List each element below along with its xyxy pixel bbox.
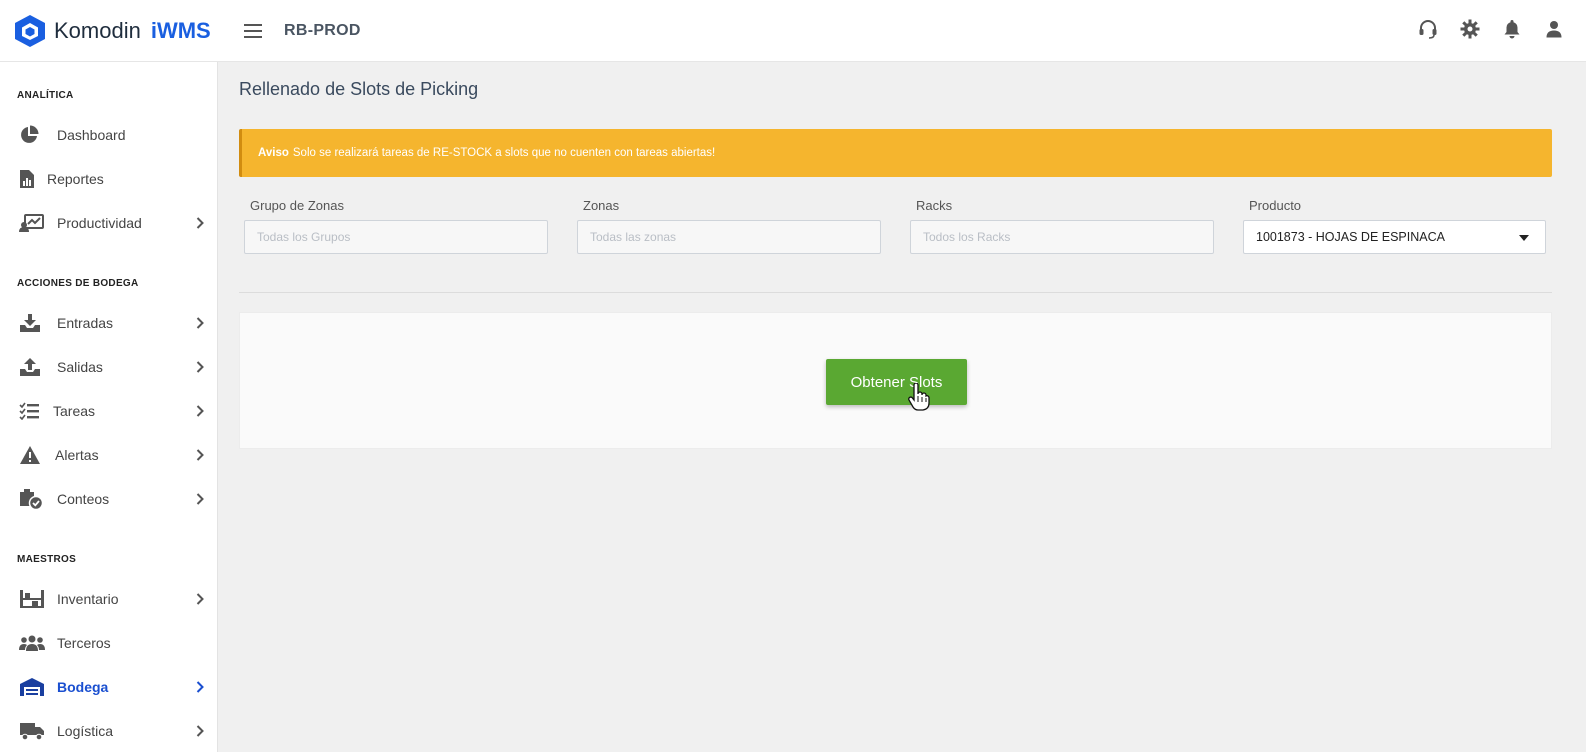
sidebar-item-label: Conteos [57, 491, 110, 507]
grupo-zonas-input[interactable]: Todas los Grupos [244, 220, 548, 254]
caret-down-icon [1519, 235, 1529, 241]
productivity-icon [19, 212, 45, 234]
users-icon [19, 632, 45, 654]
alert-label: Aviso [258, 147, 289, 159]
inbox-out-icon [19, 356, 45, 378]
komodin-logo-icon [15, 14, 45, 47]
main-content: Rellenado de Slots de Picking Aviso Solo… [218, 62, 1586, 752]
alert-text: Solo se realizará tareas de RE-STOCK a s… [292, 147, 716, 159]
report-icon [19, 168, 45, 190]
chevron-right-icon [196, 725, 204, 737]
filter-grupo-zonas: Grupo de Zonas Todas los Grupos [244, 198, 548, 254]
sidebar-item-label: Entradas [57, 315, 114, 331]
sidebar-item-label: Tareas [53, 403, 96, 419]
field-label: Producto [1249, 198, 1302, 213]
sidebar-item-logistica[interactable]: Logística [0, 709, 218, 752]
warning-icon [19, 444, 45, 466]
bell-icon[interactable] [1502, 18, 1522, 40]
sidebar-item-label: Terceros [57, 635, 111, 651]
menu-toggle-icon[interactable] [244, 23, 262, 38]
racks-input[interactable]: Todos los Racks [910, 220, 1214, 254]
sidebar-item-tareas[interactable]: Tareas [0, 389, 218, 433]
chevron-right-icon [196, 493, 204, 505]
chevron-right-icon [196, 317, 204, 329]
chevron-right-icon [196, 593, 204, 605]
section-title-analitica: ANALÍTICA [17, 90, 74, 101]
sidebar-item-label: Dashboard [57, 127, 126, 143]
inbox-in-icon [19, 312, 45, 334]
gear-icon[interactable] [1460, 18, 1480, 40]
action-panel: Obtener Slots [239, 312, 1552, 449]
sidebar-item-entradas[interactable]: Entradas [0, 301, 218, 345]
sidebar-item-salidas[interactable]: Salidas [0, 345, 218, 389]
filter-racks: Racks Todos los Racks [910, 198, 1214, 254]
count-check-icon [19, 488, 45, 510]
sidebar-item-bodega[interactable]: Bodega [0, 665, 218, 709]
brand[interactable]: Komodin iWMS [0, 14, 220, 48]
header-actions [1418, 18, 1564, 40]
chevron-right-icon [196, 449, 204, 461]
sidebar-item-label: Salidas [57, 359, 103, 375]
producto-select[interactable]: 1001873 - HOJAS DE ESPINACA [1243, 220, 1546, 254]
sidebar-item-dashboard[interactable]: Dashboard [0, 113, 218, 157]
zonas-input[interactable]: Todas las zonas [577, 220, 881, 254]
chevron-right-icon [196, 217, 204, 229]
filter-producto: Producto 1001873 - HOJAS DE ESPINACA [1243, 198, 1547, 254]
sidebar-item-inventario[interactable]: Inventario [0, 577, 218, 621]
truck-icon [19, 720, 45, 742]
obtener-slots-button[interactable]: Obtener Slots [826, 359, 967, 405]
sidebar-item-label: Reportes [47, 171, 104, 187]
brand-name: Komodin [54, 17, 141, 43]
warehouse-shelf-icon [19, 588, 45, 610]
sidebar-item-label: Logística [57, 723, 114, 739]
sidebar-item-label: Productividad [57, 215, 142, 231]
warehouse-icon [19, 676, 45, 698]
headset-icon[interactable] [1418, 18, 1438, 40]
pie-chart-icon [19, 124, 45, 146]
sidebar-item-conteos[interactable]: Conteos [0, 477, 218, 521]
environment-label: RB-PROD [284, 21, 361, 39]
sidebar-item-alertas[interactable]: Alertas [0, 433, 218, 477]
sidebar-item-productividad[interactable]: Productividad [0, 201, 218, 245]
top-bar: Komodin iWMS RB-PROD [0, 0, 1586, 62]
page-title: Rellenado de Slots de Picking [239, 79, 479, 99]
sidebar-item-label: Bodega [57, 679, 109, 695]
chevron-right-icon [196, 405, 204, 417]
field-label: Zonas [583, 198, 620, 213]
chevron-right-icon [196, 681, 204, 693]
producto-selected-value: 1001873 - HOJAS DE ESPINACA [1256, 230, 1445, 244]
warning-alert: Aviso Solo se realizará tareas de RE-STO… [239, 129, 1552, 177]
sidebar-item-reportes[interactable]: Reportes [0, 157, 218, 201]
brand-suffix: iWMS [150, 17, 211, 43]
sidebar: ANALÍTICA Dashboard Reportes Productivid… [0, 62, 218, 752]
sidebar-item-label: Inventario [57, 591, 119, 607]
user-icon[interactable] [1544, 18, 1564, 40]
section-title-maestros: MAESTROS [17, 554, 77, 565]
hand-pointer-cursor-icon [908, 383, 930, 411]
sidebar-item-label: Alertas [55, 447, 99, 463]
sidebar-item-terceros[interactable]: Terceros [0, 621, 218, 665]
section-divider [239, 292, 1552, 293]
filter-zonas: Zonas Todas las zonas [577, 198, 881, 254]
task-list-icon [19, 400, 45, 422]
field-label: Grupo de Zonas [250, 198, 344, 213]
field-label: Racks [916, 198, 953, 213]
chevron-right-icon [196, 361, 204, 373]
section-title-acciones: ACCIONES DE BODEGA [17, 278, 139, 289]
